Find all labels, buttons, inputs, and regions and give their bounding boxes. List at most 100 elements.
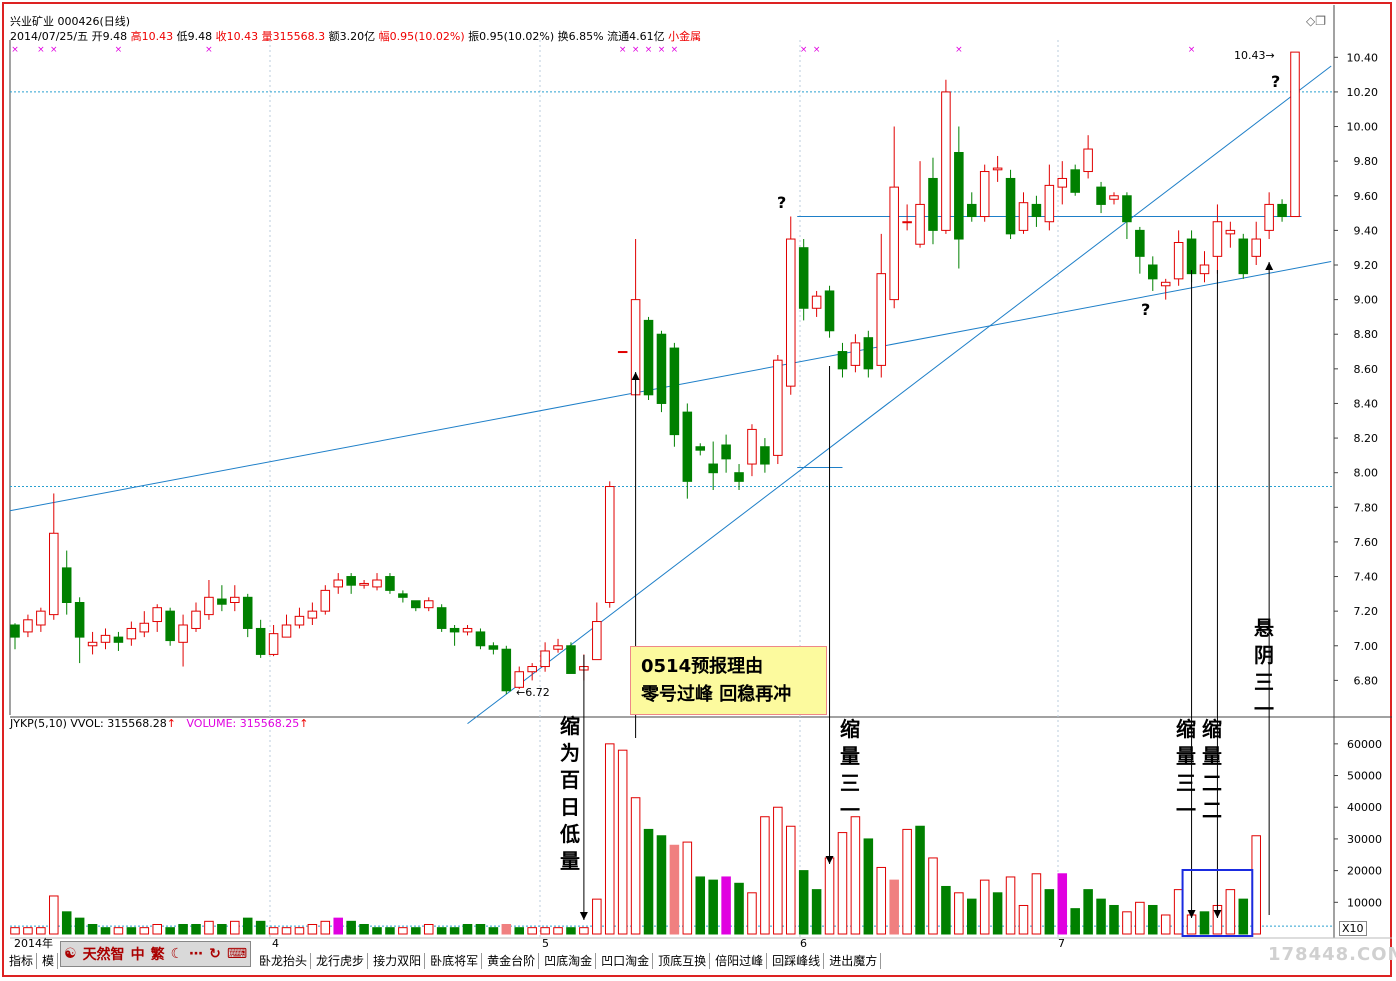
candle-body-95 xyxy=(1238,238,1249,275)
signal-marker-2: × xyxy=(50,45,58,55)
volume-bar-83 xyxy=(1083,889,1093,935)
high-price-marker: 10.43→ xyxy=(1234,49,1275,62)
lang-traditional-button[interactable]: 繁 xyxy=(148,944,168,964)
zoom-button[interactable]: X10 xyxy=(1339,921,1367,936)
moon-icon[interactable]: ☾ xyxy=(168,946,187,962)
volume-bar-72 xyxy=(941,885,951,935)
formula-button-11[interactable]: 回踩峰线 xyxy=(769,953,825,969)
price-tick-label-8: 8.80 xyxy=(1354,328,1379,341)
indicator-name: JYKP(5,10) xyxy=(10,717,67,730)
formula-button-1[interactable]: 模 xyxy=(39,953,59,969)
volume-bar-88 xyxy=(1148,904,1158,935)
volume-bar-45 xyxy=(592,898,602,935)
brand-name: 天然智 xyxy=(82,947,125,963)
candle-body-87 xyxy=(1135,229,1145,257)
volume-bar-20 xyxy=(268,927,279,935)
loop-icon[interactable]: ↻ xyxy=(206,946,224,962)
volume-bar-14 xyxy=(191,923,201,935)
volume-bar-55 xyxy=(721,876,731,935)
candle-body-80 xyxy=(1044,184,1055,223)
candle-body-63 xyxy=(824,290,835,332)
keyboard-icon[interactable]: ⌨ xyxy=(224,946,250,962)
volume-bar-3 xyxy=(49,895,59,935)
candle-body-69 xyxy=(902,221,912,224)
price-tick-label-7: 9.00 xyxy=(1354,294,1379,307)
volume-bar-18 xyxy=(242,917,253,935)
x-label-4: 7 xyxy=(1058,937,1065,950)
volume-bar-58 xyxy=(760,816,770,935)
candle-body-1 xyxy=(23,619,33,633)
volume-bar-42 xyxy=(553,927,563,935)
candle-body-18 xyxy=(242,596,253,629)
candle-body-54 xyxy=(708,463,718,474)
volume-bar-53 xyxy=(695,876,706,935)
volume-bar-62 xyxy=(811,889,822,935)
price-tick-label-13: 7.80 xyxy=(1354,501,1379,514)
candle-body-55 xyxy=(721,444,731,460)
candle-body-23 xyxy=(307,610,318,619)
candle-body-45 xyxy=(592,621,602,661)
candle-body-57 xyxy=(747,428,757,465)
indicator-header: JYKP(5,10) VVOL: 315568.28↑ VOLUME: 3155… xyxy=(10,717,309,730)
volume-bar-24 xyxy=(320,920,331,935)
candle-body-65 xyxy=(850,342,861,366)
price-tick-label-9: 8.60 xyxy=(1354,363,1379,376)
signal-marker-10: × xyxy=(800,45,808,55)
candle-body-71 xyxy=(928,177,938,231)
question-mark-2: ? xyxy=(1141,300,1151,319)
volume-bar-39 xyxy=(514,927,525,935)
candle-body-8 xyxy=(113,636,124,643)
volume-bar-19 xyxy=(255,920,266,935)
arrow-low-volume-head xyxy=(579,912,588,920)
candle-body-31 xyxy=(411,600,421,609)
formula-button-5[interactable]: 卧底将军 xyxy=(427,953,483,969)
candle-body-39 xyxy=(514,671,525,688)
formula-button-4[interactable]: 接力双阳 xyxy=(370,953,426,969)
volume-bar-57 xyxy=(747,892,757,935)
formula-button-3[interactable]: 龙行虎步 xyxy=(313,953,369,969)
volume-bar-43 xyxy=(566,927,576,935)
volume-bar-11 xyxy=(152,923,162,935)
volume-bar-69 xyxy=(902,828,912,935)
volume-bar-89 xyxy=(1160,914,1171,935)
formula-button-0[interactable]: 指标 xyxy=(6,953,38,969)
formula-button-7[interactable]: 凹底淘金 xyxy=(541,953,597,969)
candle-body-24 xyxy=(320,589,331,612)
volume-bar-33 xyxy=(436,927,447,935)
volume-bar-17 xyxy=(230,920,240,935)
volume-bar-87 xyxy=(1135,901,1145,935)
price-tick-label-0: 10.40 xyxy=(1347,51,1379,64)
price-tick-label-15: 7.40 xyxy=(1354,571,1379,584)
candle-body-9 xyxy=(126,627,137,640)
candle-body-75 xyxy=(979,171,990,218)
volume-bar-61 xyxy=(798,870,809,935)
volume-bar-27 xyxy=(359,923,369,935)
volume-tick-label-5: 10000 xyxy=(1347,896,1382,909)
lang-zh-button[interactable]: 中 xyxy=(128,944,148,964)
candle-body-59 xyxy=(773,359,783,456)
volume-bar-30 xyxy=(398,927,408,935)
volume-bar-5 xyxy=(74,917,85,935)
formula-button-2[interactable]: 卧龙抬头 xyxy=(256,953,312,969)
candle-body-53 xyxy=(695,446,706,451)
candle-body-77 xyxy=(1005,177,1016,235)
formula-button-12[interactable]: 进出魔方 xyxy=(826,953,882,969)
volume-layer xyxy=(10,743,1261,935)
candle-body-34 xyxy=(449,627,460,633)
volume-bar-34 xyxy=(449,927,460,935)
formula-button-10[interactable]: 倍阳过峰 xyxy=(712,953,768,969)
signal-marker-12: × xyxy=(955,45,963,55)
formula-button-8[interactable]: 凹口淘金 xyxy=(598,953,654,969)
formula-button-9[interactable]: 顶底互换 xyxy=(655,953,711,969)
candle-body-15 xyxy=(204,596,214,616)
dots-icon[interactable]: ⋯ xyxy=(186,946,206,962)
formula-button-6[interactable]: 黄金台阶 xyxy=(484,953,540,969)
signal-marker-13: × xyxy=(1188,45,1196,55)
signal-marker-11: × xyxy=(813,45,821,55)
note-hundred-day-low-volume: 缩为百日低量 xyxy=(560,714,580,873)
volume-bar-65 xyxy=(850,816,861,935)
signal-marker-3: × xyxy=(115,45,123,55)
volume-bar-48 xyxy=(630,797,641,935)
volume-bar-26 xyxy=(346,920,356,935)
candle-body-89 xyxy=(1160,281,1171,287)
